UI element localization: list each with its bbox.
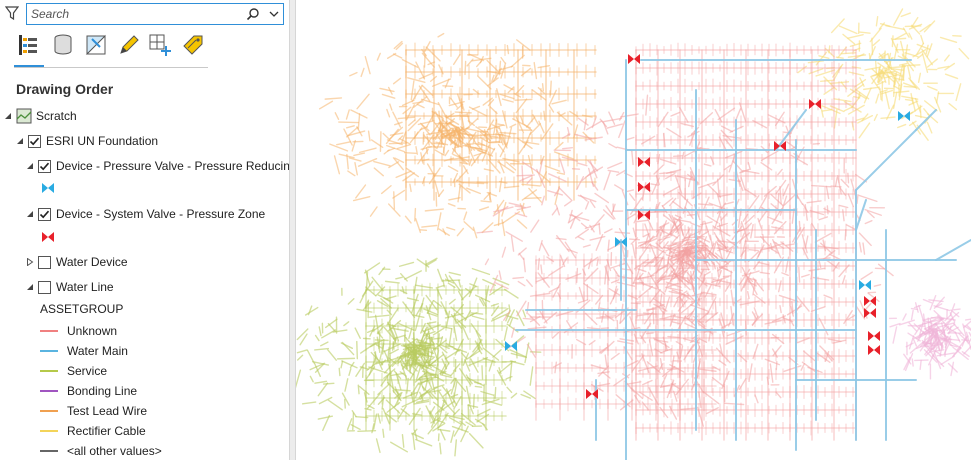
chevron-down-icon[interactable] xyxy=(267,7,281,21)
collapse-arrow-icon[interactable] xyxy=(26,283,34,291)
pressure-valve-symbol-icon xyxy=(42,183,54,193)
layer-checkbox[interactable] xyxy=(38,159,51,173)
layer-row-system-valve[interactable]: Device - System Valve - Pressure Zone xyxy=(26,204,265,224)
collapse-arrow-icon[interactable] xyxy=(16,137,24,145)
search-icon[interactable] xyxy=(246,7,260,21)
layer-checkbox[interactable] xyxy=(38,280,51,294)
page-title: Drawing Order xyxy=(16,81,114,97)
layer-checkbox[interactable] xyxy=(38,255,51,269)
list-by-snapping-icon[interactable] xyxy=(148,33,172,57)
layer-checkbox[interactable] xyxy=(38,207,51,221)
legend-swatch xyxy=(40,450,58,452)
collapse-arrow-icon[interactable] xyxy=(4,112,12,120)
legend-label: Unknown xyxy=(67,324,118,338)
legend-swatch xyxy=(40,350,58,352)
layer-label: Water Line xyxy=(56,280,114,294)
collapse-arrow-icon[interactable] xyxy=(26,210,34,218)
legend-swatch xyxy=(40,330,58,332)
legend-swatch xyxy=(40,430,58,432)
layer-row-foundation[interactable]: ESRI UN Foundation xyxy=(16,131,158,151)
legend-item: Bonding Line xyxy=(40,382,137,400)
system-valve-marker[interactable] xyxy=(628,54,640,64)
pressure-valve-marker[interactable] xyxy=(859,280,871,290)
system-valve-marker[interactable] xyxy=(868,331,880,341)
legend-item: <all other values> xyxy=(40,442,162,460)
list-by-drawing-order-icon[interactable] xyxy=(16,33,40,57)
collapse-arrow-icon[interactable] xyxy=(26,162,34,170)
layer-label: Device - Pressure Valve - Pressure Reduc… xyxy=(56,159,289,173)
layer-label: Water Device xyxy=(56,255,128,269)
list-by-source-icon[interactable] xyxy=(51,33,75,57)
layer-label: Scratch xyxy=(36,109,77,123)
system-valve-marker[interactable] xyxy=(809,99,821,109)
pressure-valve-marker[interactable] xyxy=(898,111,910,121)
legend-swatch xyxy=(40,390,58,392)
pressure-valve-marker[interactable] xyxy=(505,341,517,351)
legend-item: Unknown xyxy=(40,322,117,340)
layer-label: ESRI UN Foundation xyxy=(46,134,159,148)
search-input[interactable] xyxy=(31,6,237,22)
map-view[interactable] xyxy=(296,0,971,460)
legend-swatch xyxy=(40,410,58,412)
legend-label: Rectifier Cable xyxy=(67,424,146,438)
list-by-editing-icon[interactable] xyxy=(117,33,141,57)
system-valve-symbol-icon xyxy=(42,232,54,242)
filter-icon[interactable] xyxy=(5,5,19,21)
legend-swatch xyxy=(40,370,58,372)
layer-row-pressure-valve[interactable]: Device - Pressure Valve - Pressure Reduc… xyxy=(26,156,289,176)
layer-label: Device - System Valve - Pressure Zone xyxy=(56,207,266,221)
system-valve-marker[interactable] xyxy=(868,345,880,355)
legend-label: Bonding Line xyxy=(67,384,138,398)
map-canvas[interactable] xyxy=(296,0,971,460)
legend-label: Test Lead Wire xyxy=(67,404,148,418)
layer-row-water-line[interactable]: Water Line xyxy=(26,277,114,297)
contents-pane: Drawing Order Scratch ESRI UN Foundation… xyxy=(0,0,289,460)
map-icon xyxy=(16,108,32,124)
pane-splitter[interactable] xyxy=(289,0,296,460)
legend-item: Test Lead Wire xyxy=(40,402,147,420)
system-valve-marker[interactable] xyxy=(864,308,876,318)
legend-label: Service xyxy=(67,364,108,378)
legend-title: ASSETGROUP xyxy=(40,302,124,316)
layer-checkbox[interactable] xyxy=(28,134,41,148)
expand-arrow-icon[interactable] xyxy=(26,258,34,266)
list-by-labeling-icon[interactable] xyxy=(181,33,205,57)
legend-item: Service xyxy=(40,362,107,380)
list-by-selection-icon[interactable] xyxy=(84,33,108,57)
toolbar-divider xyxy=(14,67,208,68)
layer-row-scratch[interactable]: Scratch xyxy=(4,106,77,126)
search-box[interactable] xyxy=(26,3,284,25)
legend-label: <all other values> xyxy=(67,444,162,458)
legend-label: Water Main xyxy=(67,344,128,358)
legend-item: Rectifier Cable xyxy=(40,422,146,440)
layer-row-water-device[interactable]: Water Device xyxy=(26,252,128,272)
legend-item: Water Main xyxy=(40,342,128,360)
